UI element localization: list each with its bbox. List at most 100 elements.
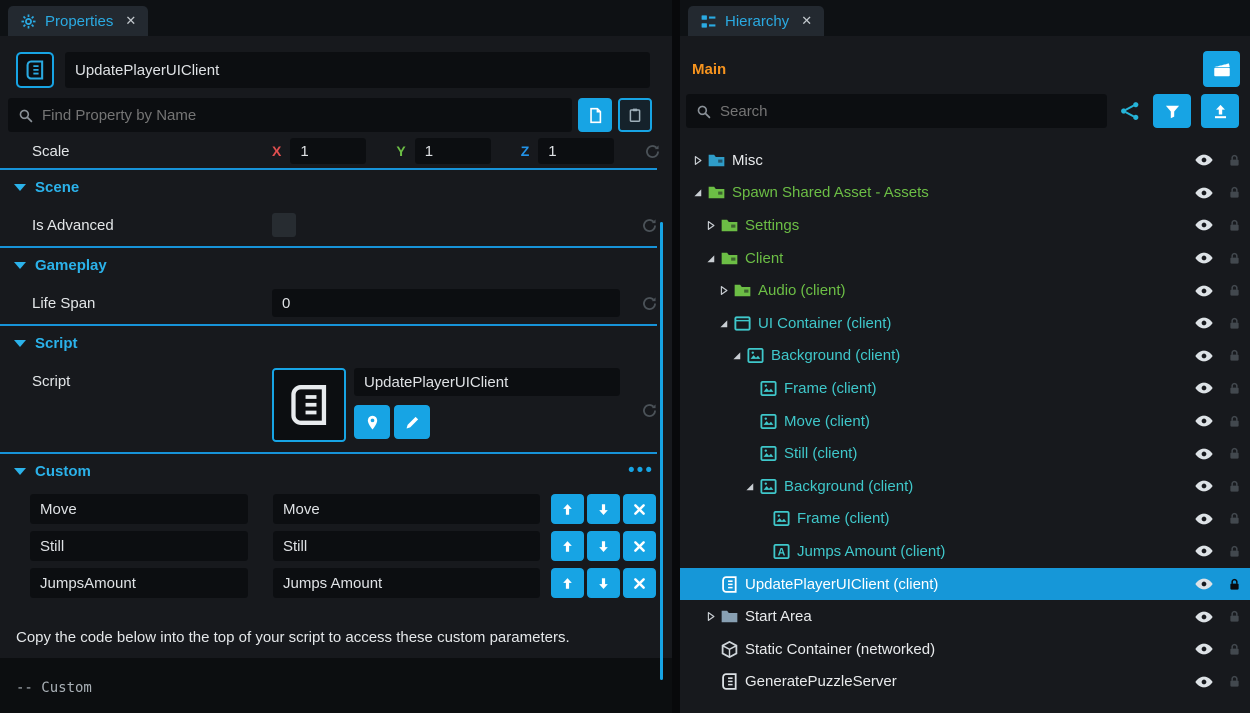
collapse-arrow-icon[interactable] (688, 185, 707, 201)
tree-item-frame-client[interactable]: Frame (client) (680, 503, 1250, 536)
visibility-eye-icon[interactable] (1194, 509, 1214, 529)
visibility-eye-icon[interactable] (1194, 248, 1214, 268)
delete-param-button[interactable] (623, 494, 656, 524)
copy-properties-button[interactable] (578, 98, 612, 132)
visibility-eye-icon[interactable] (1194, 281, 1214, 301)
property-search-input[interactable] (42, 107, 562, 124)
tree-item-updateplayeruiclient-client[interactable]: UpdatePlayerUIClient (client) (680, 568, 1250, 601)
move-param-down-button[interactable] (587, 568, 620, 598)
tab-properties[interactable]: Properties ✕ (8, 6, 148, 36)
collapse-script-icon[interactable] (14, 340, 26, 347)
move-param-down-button[interactable] (587, 494, 620, 524)
lock-icon[interactable] (1227, 283, 1242, 298)
visibility-eye-icon[interactable] (1194, 541, 1214, 561)
custom-param-value-input[interactable] (273, 568, 540, 598)
lock-icon[interactable] (1227, 414, 1242, 429)
tree-item-generatepuzzleserver[interactable]: GeneratePuzzleServer (680, 666, 1250, 699)
tree-item-static-container-networked[interactable]: Static Container (networked) (680, 633, 1250, 666)
lock-icon[interactable] (1227, 446, 1242, 461)
find-script-in-project-button[interactable] (354, 405, 390, 439)
close-properties-tab-icon[interactable]: ✕ (125, 13, 136, 29)
move-param-up-button[interactable] (551, 531, 584, 561)
expand-arrow-icon[interactable] (701, 609, 720, 625)
is-advanced-checkbox[interactable] (272, 213, 296, 237)
move-param-up-button[interactable] (551, 568, 584, 598)
delete-param-button[interactable] (623, 568, 656, 598)
visibility-eye-icon[interactable] (1194, 215, 1214, 235)
export-button[interactable] (1201, 94, 1239, 128)
lock-icon[interactable] (1227, 674, 1242, 689)
lock-icon[interactable] (1227, 577, 1242, 592)
collapse-gameplay-icon[interactable] (14, 262, 26, 269)
tree-item-background-client[interactable]: Background (client) (680, 340, 1250, 373)
lock-icon[interactable] (1227, 185, 1242, 200)
script-asset-name-input[interactable] (354, 368, 620, 396)
scale-y-input[interactable] (415, 138, 491, 164)
visibility-eye-icon[interactable] (1194, 346, 1214, 366)
collapse-arrow-icon[interactable] (740, 478, 759, 494)
tree-item-settings[interactable]: Settings (680, 209, 1250, 242)
lock-icon[interactable] (1227, 348, 1242, 363)
tree-item-background-client[interactable]: Background (client) (680, 470, 1250, 503)
lock-icon[interactable] (1227, 153, 1242, 168)
delete-param-button[interactable] (623, 531, 656, 561)
tree-item-frame-client[interactable]: Frame (client) (680, 372, 1250, 405)
custom-param-value-input[interactable] (273, 531, 540, 561)
move-param-down-button[interactable] (587, 531, 620, 561)
scene-capture-button[interactable] (1203, 51, 1240, 87)
tree-item-misc[interactable]: Misc (680, 144, 1250, 177)
script-asset-thumbnail[interactable] (272, 368, 346, 442)
scale-x-input[interactable] (290, 138, 366, 164)
lock-icon[interactable] (1227, 544, 1242, 559)
tree-item-client[interactable]: Client (680, 242, 1250, 275)
move-param-up-button[interactable] (551, 494, 584, 524)
visibility-eye-icon[interactable] (1194, 313, 1214, 333)
network-context-icon[interactable] (1117, 100, 1143, 122)
tree-item-audio-client[interactable]: Audio (client) (680, 274, 1250, 307)
scale-z-input[interactable] (538, 138, 614, 164)
life-span-input[interactable] (272, 289, 620, 317)
lock-icon[interactable] (1227, 479, 1242, 494)
collapse-arrow-icon[interactable] (727, 348, 746, 364)
edit-script-button[interactable] (394, 405, 430, 439)
object-name-input[interactable] (65, 52, 650, 88)
visibility-eye-icon[interactable] (1194, 574, 1214, 594)
lock-icon[interactable] (1227, 251, 1242, 266)
tree-item-still-client[interactable]: Still (client) (680, 437, 1250, 470)
lock-icon[interactable] (1227, 316, 1242, 331)
tree-item-spawn-shared-asset-assets[interactable]: Spawn Shared Asset - Assets (680, 177, 1250, 210)
filter-button[interactable] (1153, 94, 1191, 128)
tab-hierarchy[interactable]: Hierarchy ✕ (688, 6, 824, 36)
visibility-eye-icon[interactable] (1194, 444, 1214, 464)
reset-life-span-icon[interactable] (641, 295, 658, 312)
lock-icon[interactable] (1227, 218, 1242, 233)
expand-arrow-icon[interactable] (701, 217, 720, 233)
collapse-scene-icon[interactable] (14, 184, 26, 191)
custom-section-menu-icon[interactable]: ••• (628, 460, 654, 482)
visibility-eye-icon[interactable] (1194, 639, 1214, 659)
paste-properties-button[interactable] (618, 98, 652, 132)
collapse-custom-icon[interactable] (14, 468, 26, 475)
close-hierarchy-tab-icon[interactable]: ✕ (801, 13, 812, 29)
lock-icon[interactable] (1227, 511, 1242, 526)
visibility-eye-icon[interactable] (1194, 150, 1214, 170)
property-search-box[interactable] (8, 98, 572, 132)
lock-icon[interactable] (1227, 609, 1242, 624)
collapse-arrow-icon[interactable] (714, 315, 733, 331)
tree-item-start-area[interactable]: Start Area (680, 600, 1250, 633)
visibility-eye-icon[interactable] (1194, 607, 1214, 627)
hierarchy-search-input[interactable] (720, 103, 1097, 120)
lock-icon[interactable] (1227, 642, 1242, 657)
properties-scrollbar[interactable] (660, 222, 663, 680)
custom-param-name-input[interactable] (30, 568, 248, 598)
reset-scale-icon[interactable] (644, 143, 661, 160)
hierarchy-search-box[interactable] (686, 94, 1107, 128)
lock-icon[interactable] (1227, 381, 1242, 396)
visibility-eye-icon[interactable] (1194, 411, 1214, 431)
reset-is-advanced-icon[interactable] (641, 217, 658, 234)
visibility-eye-icon[interactable] (1194, 672, 1214, 692)
visibility-eye-icon[interactable] (1194, 476, 1214, 496)
custom-param-value-input[interactable] (273, 494, 540, 524)
tree-item-move-client[interactable]: Move (client) (680, 405, 1250, 438)
custom-param-name-input[interactable] (30, 531, 248, 561)
